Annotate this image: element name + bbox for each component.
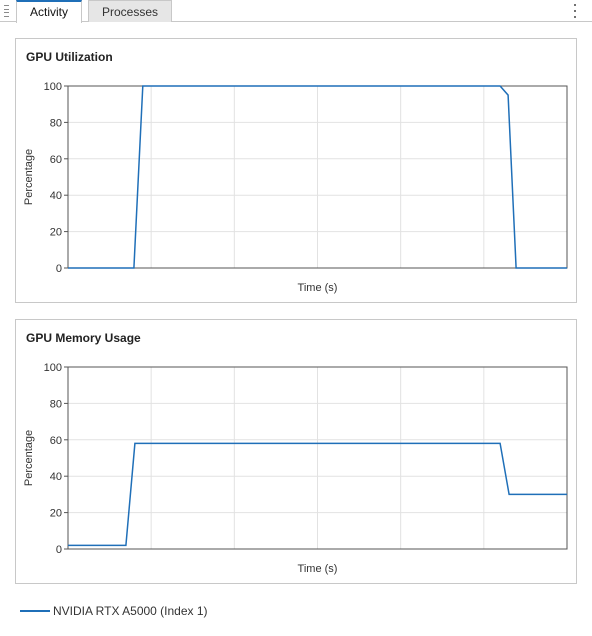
- tab-activity[interactable]: Activity: [16, 0, 82, 23]
- more-options-icon[interactable]: [570, 4, 580, 18]
- y-tick-label: 80: [50, 398, 62, 410]
- y-tick-label: 60: [50, 154, 62, 166]
- y-tick-label: 40: [50, 471, 62, 483]
- y-tick-label: 100: [44, 81, 62, 93]
- gpu-memory-chart: 0 20 40 60 80 100 Time (s) Percentage: [23, 362, 568, 575]
- y-tick-label: 20: [50, 227, 62, 239]
- y-tick-label: 20: [50, 508, 62, 520]
- y-tick-label: 100: [44, 362, 62, 374]
- y-tick-label: 40: [50, 190, 62, 202]
- gpu-utilization-panel: GPU Utilization 0 20 40 60 80 100 Time (s) Perc…: [15, 38, 577, 303]
- y-tick-label: 60: [50, 435, 62, 447]
- chart-legend: NVIDIA RTX A5000 (Index 1): [20, 603, 208, 619]
- drag-handle-icon[interactable]: [4, 5, 10, 17]
- y-axis-label: Percentage: [23, 430, 35, 486]
- x-axis-label: Time (s): [298, 563, 338, 575]
- y-tick-label: 80: [50, 117, 62, 129]
- gpu-utilization-chart: 0 20 40 60 80 100 Time (s) Percentage: [23, 81, 568, 294]
- tab-processes[interactable]: Processes: [88, 0, 172, 22]
- legend-label: NVIDIA RTX A5000 (Index 1): [53, 604, 208, 618]
- y-tick-label: 0: [56, 263, 62, 275]
- y-tick-label: 0: [56, 544, 62, 556]
- legend-swatch: [20, 610, 50, 612]
- gpu-memory-panel: GPU Memory Usage 0 20 40 60 80 100 Time (s) Per…: [15, 319, 577, 584]
- y-axis-label: Percentage: [23, 149, 35, 205]
- tab-bar: Activity Processes: [0, 0, 592, 23]
- x-axis-label: Time (s): [298, 282, 338, 294]
